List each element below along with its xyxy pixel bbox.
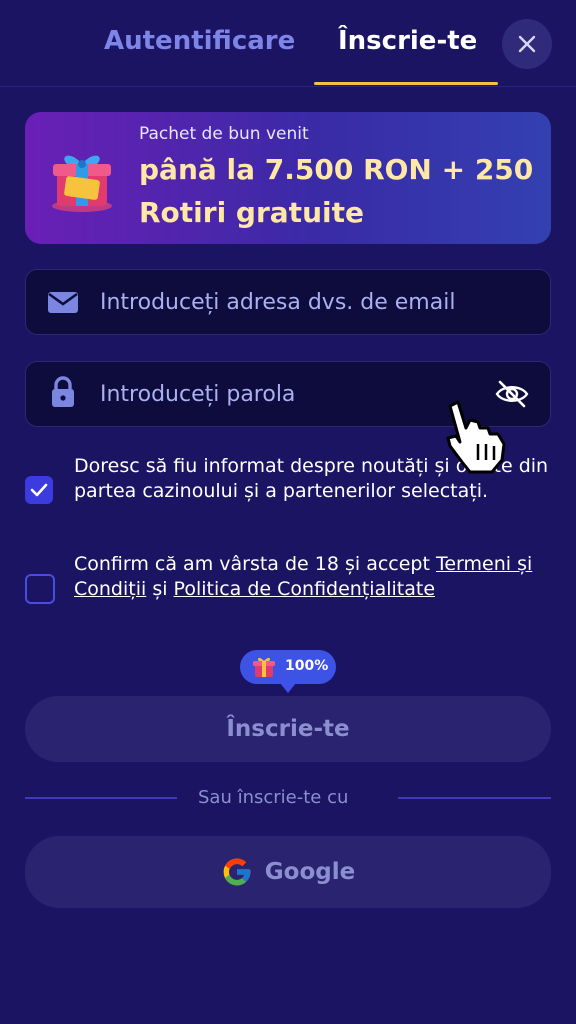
auth-tabs: Autentificare Înscrie-te [0,0,576,87]
gift-icon [253,657,275,677]
banner-subtitle: Pachet de bun venit [139,124,309,144]
age-consent-prefix: Confirm că am vârsta de 18 și accept [74,553,436,575]
email-field[interactable] [25,269,551,335]
banner-title: până la 7.500 RON + 250 Rotiri gratuite [139,153,534,229]
tab-signup[interactable]: Înscrie-te [338,26,477,56]
divider-line-right [398,797,551,799]
google-signup-button[interactable]: Google [25,836,551,908]
age-consent-checkbox[interactable] [25,574,55,604]
check-icon [30,483,48,497]
privacy-link[interactable]: Politica de Confidențialitate [174,578,435,600]
active-tab-indicator [314,82,498,85]
google-icon [223,858,251,886]
age-consent-label: Confirm că am vârsta de 18 și accept Ter… [74,552,554,601]
bonus-progress-badge: 100% [240,650,336,693]
hand-cursor-icon [446,400,506,474]
email-input[interactable] [100,270,480,334]
news-consent-checkbox[interactable] [25,476,53,504]
tab-login[interactable]: Autentificare [104,26,295,56]
password-input[interactable] [100,362,480,426]
google-button-label: Google [264,859,356,885]
signup-button[interactable]: Înscrie-te [25,696,551,762]
email-icon [48,292,78,313]
welcome-bonus-banner[interactable]: Pachet de bun venit până la 7.500 RON + … [25,112,551,244]
divider-text: Sau înscrie-te cu [198,787,349,808]
signup-button-label: Înscrie-te [226,716,350,742]
close-icon [518,35,536,53]
bonus-progress-text: 100% [285,658,329,674]
lock-icon [52,376,74,407]
gift-icon [52,155,112,212]
age-consent-and: și [146,577,174,600]
divider-line-left [25,797,177,799]
close-button[interactable] [502,19,552,69]
